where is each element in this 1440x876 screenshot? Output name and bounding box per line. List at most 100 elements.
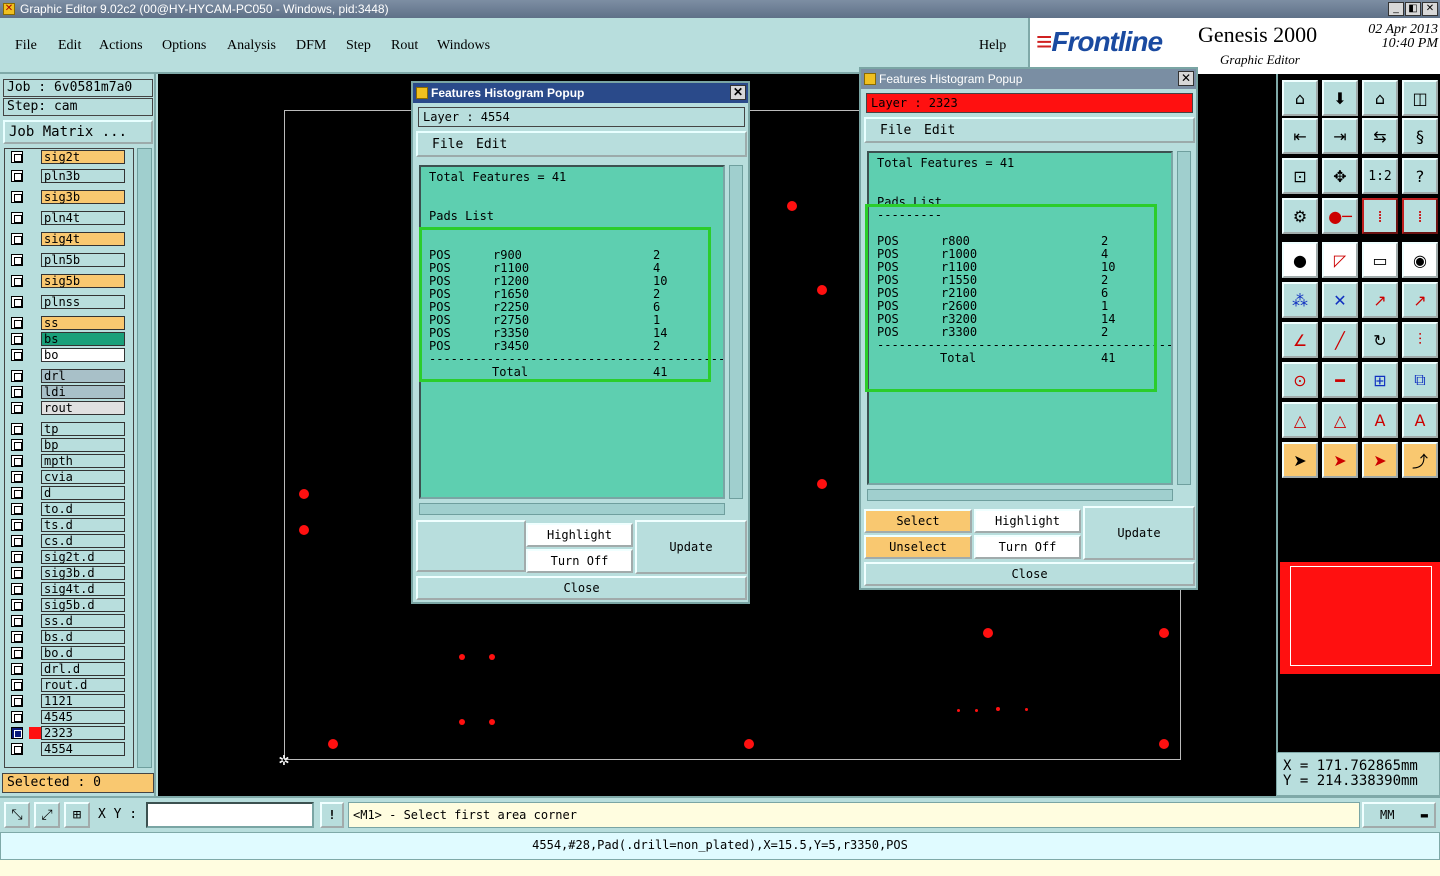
xy-input[interactable]: [146, 802, 314, 828]
connect-icon[interactable]: ⁂: [1282, 282, 1318, 318]
measure-icon[interactable]: ⊞: [1362, 362, 1398, 398]
arc-icon[interactable]: ↻: [1362, 322, 1398, 358]
layer-row-rout[interactable]: rout: [5, 400, 133, 416]
popup-menu-edit[interactable]: Edit: [476, 137, 507, 152]
layer-checkbox[interactable]: [11, 296, 23, 308]
layer-name[interactable]: ldi: [41, 385, 125, 399]
layer-row-to.d[interactable]: to.d: [5, 501, 133, 517]
menu-help[interactable]: Help: [979, 38, 1006, 54]
pan-left-icon[interactable]: ⇤: [1282, 118, 1318, 154]
layer-row-bo.d[interactable]: bo.d: [5, 645, 133, 661]
layer-name[interactable]: bs.d: [41, 630, 125, 644]
layer-name[interactable]: ss.d: [41, 614, 125, 628]
layer-name[interactable]: 1121: [41, 694, 125, 708]
highlight-button[interactable]: Highlight: [526, 523, 633, 547]
job-matrix-button[interactable]: Job Matrix ...: [3, 120, 153, 144]
layer-row-sig4t.d[interactable]: sig4t.d: [5, 581, 133, 597]
unselect-button[interactable]: Unselect: [864, 535, 972, 559]
layer-row-1121[interactable]: 1121: [5, 693, 133, 709]
pointer-net-icon[interactable]: ➤: [1362, 442, 1398, 478]
circle-icon[interactable]: ◉: [1402, 242, 1438, 278]
units-select[interactable]: MM ▬: [1362, 802, 1436, 828]
net-icon[interactable]: ⁞: [1362, 198, 1398, 234]
layer-row-tp[interactable]: tp: [5, 421, 133, 437]
layer-row-sig4t[interactable]: sig4t: [5, 231, 133, 247]
menu-file[interactable]: File: [15, 38, 37, 54]
layer-row-pln3b[interactable]: pln3b: [5, 168, 133, 184]
angle-icon[interactable]: ∠: [1282, 322, 1318, 358]
layer-row-pln4t[interactable]: pln4t: [5, 210, 133, 226]
turn-off-button[interactable]: Turn Off: [974, 535, 1081, 559]
layer-checkbox[interactable]: [11, 743, 23, 755]
pointer-icon[interactable]: ➤: [1282, 442, 1318, 478]
layer-name[interactable]: drl.d: [41, 662, 125, 676]
layer-row-bo[interactable]: bo: [5, 347, 133, 363]
layer-checkbox[interactable]: [11, 349, 23, 361]
layer-checkbox[interactable]: [11, 535, 23, 547]
layer-row-bs[interactable]: bs: [5, 331, 133, 347]
net-select-icon[interactable]: ⁞: [1402, 198, 1438, 234]
layer-checkbox[interactable]: [11, 599, 23, 611]
close-button[interactable]: Close: [864, 562, 1195, 586]
triangle-icon[interactable]: △: [1282, 402, 1318, 438]
layer-checkbox[interactable]: [11, 583, 23, 595]
layer-checkbox[interactable]: [11, 503, 23, 515]
layer-row-ts.d[interactable]: ts.d: [5, 517, 133, 533]
layer-name[interactable]: bp: [41, 438, 125, 452]
popup-menu-edit[interactable]: Edit: [924, 123, 955, 138]
layer-row-4554[interactable]: 4554: [5, 741, 133, 757]
triangle2-icon[interactable]: △: [1322, 402, 1358, 438]
fit-icon[interactable]: ⊡: [1282, 158, 1318, 194]
close-button[interactable]: Close: [416, 576, 747, 600]
close-window-button[interactable]: ✕: [1422, 2, 1438, 16]
maximize-button[interactable]: ◧: [1405, 2, 1421, 16]
ruler-icon[interactable]: ▭: [1362, 242, 1398, 278]
snap-icon[interactable]: ●─: [1322, 198, 1358, 234]
layer-checkbox[interactable]: [11, 333, 23, 345]
layer-row-4545[interactable]: 4545: [5, 709, 133, 725]
layer-name[interactable]: sig4t: [41, 232, 125, 246]
layer-checkbox[interactable]: [11, 254, 23, 266]
pointer-select-icon[interactable]: ➤: [1322, 442, 1358, 478]
pointer-path-icon[interactable]: ⤴: [1402, 442, 1438, 478]
menu-rout[interactable]: Rout: [391, 38, 418, 54]
layer-list-scrollbar[interactable]: [137, 148, 152, 768]
measure-tool-icon[interactable]: ⤢: [34, 802, 60, 828]
layer-checkbox[interactable]: [11, 170, 23, 182]
popup-close-x-button[interactable]: ✕: [730, 85, 746, 100]
layer-name[interactable]: pln3b: [41, 169, 125, 183]
layer-row-sig2t.d[interactable]: sig2t.d: [5, 549, 133, 565]
snake-icon[interactable]: §: [1402, 118, 1438, 154]
layer-row-mpth[interactable]: mpth: [5, 453, 133, 469]
layer-name[interactable]: rout: [41, 401, 125, 415]
layer-name[interactable]: bo: [41, 348, 125, 362]
split-view-icon[interactable]: ◫: [1402, 80, 1438, 116]
layer-name[interactable]: sig2t: [41, 150, 125, 164]
layer-checkbox[interactable]: [11, 679, 23, 691]
layer-checkbox[interactable]: [11, 519, 23, 531]
layer-checkbox[interactable]: [11, 233, 23, 245]
menu-windows[interactable]: Windows: [437, 38, 490, 54]
layer-name[interactable]: d: [41, 486, 125, 500]
menu-options[interactable]: Options: [162, 38, 206, 54]
popup-titlebar[interactable]: Features Histogram Popup ✕: [861, 69, 1196, 89]
popup-titlebar[interactable]: Features Histogram Popup ✕: [413, 83, 748, 103]
layer-checkbox[interactable]: [11, 370, 23, 382]
triangle4-icon[interactable]: A: [1402, 402, 1438, 438]
layer-row-drl[interactable]: drl: [5, 368, 133, 384]
settings-icon[interactable]: ⚙: [1282, 198, 1318, 234]
highlight-button[interactable]: Highlight: [974, 509, 1081, 533]
layer-name[interactable]: sig5b.d: [41, 598, 125, 612]
layer-checkbox[interactable]: [11, 487, 23, 499]
line-add-icon[interactable]: ◸: [1322, 242, 1358, 278]
triangle3-icon[interactable]: A: [1362, 402, 1398, 438]
move-line-icon[interactable]: ↗: [1362, 282, 1398, 318]
menu-dfm[interactable]: DFM: [296, 38, 326, 54]
layer-name[interactable]: sig4t.d: [41, 582, 125, 596]
layer-row-d[interactable]: d: [5, 485, 133, 501]
pad-move-icon[interactable]: ⊙: [1282, 362, 1318, 398]
layer-row-sig5b[interactable]: sig5b: [5, 273, 133, 289]
popup-vscroll[interactable]: [729, 165, 743, 499]
layer-name[interactable]: rout.d: [41, 678, 125, 692]
layer-checkbox[interactable]: [11, 402, 23, 414]
